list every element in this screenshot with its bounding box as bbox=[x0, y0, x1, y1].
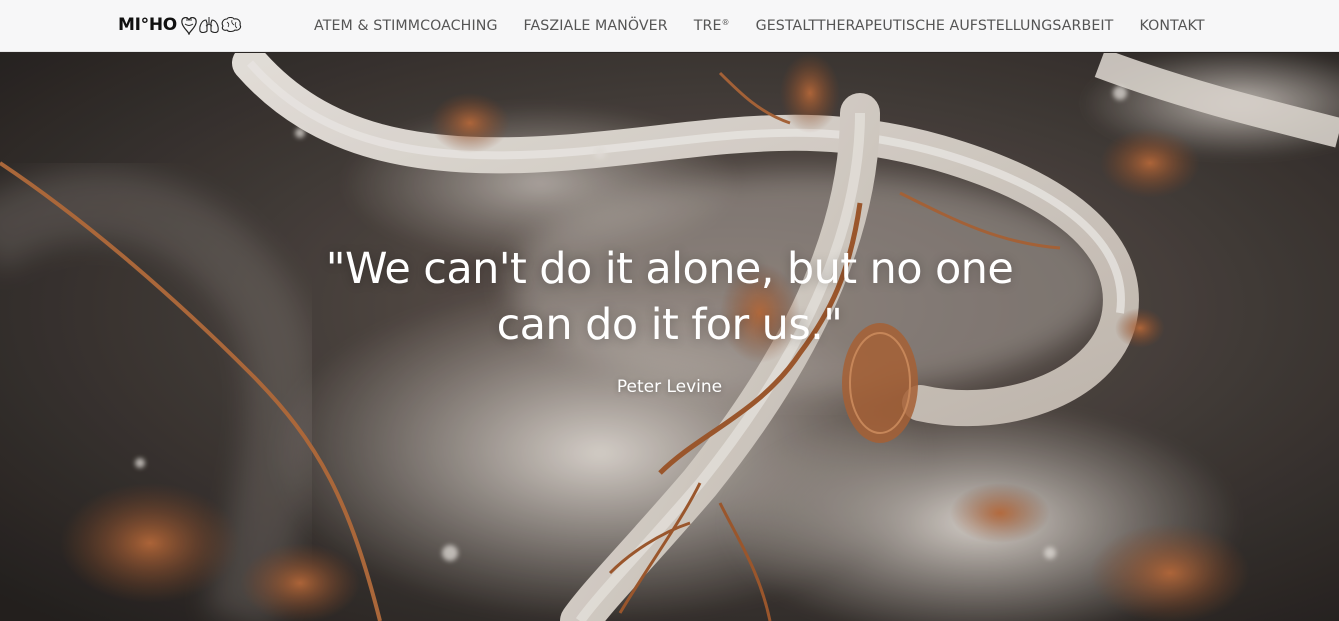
hero-quote-line-2: can do it for us." bbox=[496, 300, 843, 350]
registered-mark: ® bbox=[721, 18, 730, 27]
hero-quote: "We can't do it alone, but no one can do… bbox=[0, 241, 1339, 353]
nav-item-atem-stimmcoaching[interactable]: ATEM & STIMMCOACHING bbox=[314, 18, 498, 34]
hero-banner: "We can't do it alone, but no one can do… bbox=[0, 53, 1339, 621]
brand-logo[interactable]: MI°HO bbox=[118, 13, 242, 37]
nav-item-fasziale-manoever[interactable]: FASZIALE MANÖVER bbox=[524, 18, 668, 34]
main-nav: ATEM & STIMMCOACHING FASZIALE MANÖVER TR… bbox=[314, 0, 1231, 52]
nav-item-aufstellungsarbeit[interactable]: GESTALTTHERAPEUTISCHE AUFSTELLUNGSARBEIT bbox=[756, 18, 1114, 34]
hero-quote-line-1: "We can't do it alone, but no one bbox=[325, 244, 1014, 294]
brand-icon-group bbox=[180, 15, 242, 35]
brand-name: MI°HO bbox=[118, 15, 177, 35]
lungs-icon bbox=[199, 17, 219, 34]
nav-item-kontakt[interactable]: KONTAKT bbox=[1139, 18, 1204, 34]
top-navbar: MI°HO ATEM & STIMMCOACHING FASZIALE MANÖ… bbox=[0, 0, 1339, 52]
hero-quote-author: Peter Levine bbox=[616, 377, 723, 397]
nav-item-tre[interactable]: TRE® bbox=[694, 18, 730, 34]
heart-icon bbox=[181, 17, 197, 35]
brain-icon bbox=[221, 17, 241, 33]
